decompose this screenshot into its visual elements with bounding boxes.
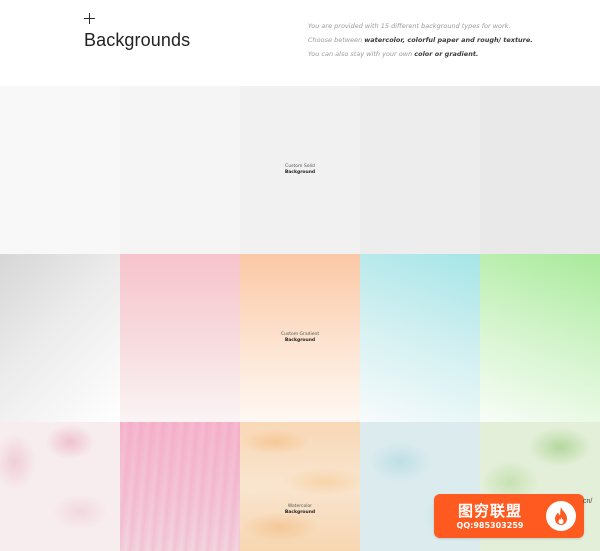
description: You are provided with 15 different backg… bbox=[308, 19, 568, 61]
solid-background-label: Custom Solid Background bbox=[240, 164, 360, 176]
gradient-background-tile[interactable] bbox=[0, 254, 120, 422]
solid-background-tile[interactable] bbox=[480, 86, 600, 254]
description-line-1: You are provided with 15 different backg… bbox=[308, 22, 511, 30]
page-title: Backgrounds bbox=[84, 30, 191, 50]
solid-background-tile[interactable] bbox=[360, 86, 480, 254]
gradient-background-tile[interactable] bbox=[360, 254, 480, 422]
gradient-background-tile[interactable] bbox=[120, 254, 240, 422]
description-line-3-highlight: color or gradient. bbox=[414, 50, 479, 58]
solid-background-tile[interactable]: Custom Solid Background bbox=[240, 86, 360, 254]
watermark-brand: 图穷联盟 bbox=[457, 501, 522, 520]
description-line-2: Choose between watercolor, colorful pape… bbox=[308, 33, 568, 47]
description-line-3-prefix: You can also stay with your own bbox=[308, 50, 413, 58]
description-line-2-prefix: Choose between bbox=[308, 36, 363, 44]
flame-icon bbox=[546, 501, 576, 531]
backgrounds-grid: Custom Solid Background Custom Gradient … bbox=[0, 86, 600, 551]
gradient-background-tile[interactable]: Custom Gradient Background bbox=[240, 254, 360, 422]
gradient-background-label: Custom Gradient Background bbox=[240, 332, 360, 344]
gradient-label-line-2: Background bbox=[284, 338, 316, 343]
description-line-2-highlight: watercolor, colorful paper and rough/ te… bbox=[364, 36, 533, 44]
watercolor-background-tile[interactable] bbox=[120, 422, 240, 551]
watercolor-background-label: Watercolor Background bbox=[240, 504, 360, 516]
solid-background-tile[interactable] bbox=[120, 86, 240, 254]
watermark-badge: 图穷联盟 QQ:985303259 bbox=[434, 494, 584, 538]
gradient-background-tile[interactable] bbox=[480, 254, 600, 422]
solid-background-tile[interactable] bbox=[0, 86, 120, 254]
watermark-corner-text: cn/ bbox=[583, 498, 593, 505]
watercolor-background-tile[interactable] bbox=[0, 422, 120, 551]
watercolor-background-tile[interactable]: Watercolor Background bbox=[240, 422, 360, 551]
watercolor-label-line-2: Background bbox=[284, 509, 316, 515]
solid-label-line-2: Background bbox=[284, 170, 316, 175]
plus-icon bbox=[84, 13, 96, 25]
watermark-qq: QQ:985303259 bbox=[456, 520, 524, 530]
watermark-text: 图穷联盟 QQ:985303259 bbox=[434, 502, 546, 531]
description-line-3: You can also stay with your own color or… bbox=[308, 47, 568, 61]
